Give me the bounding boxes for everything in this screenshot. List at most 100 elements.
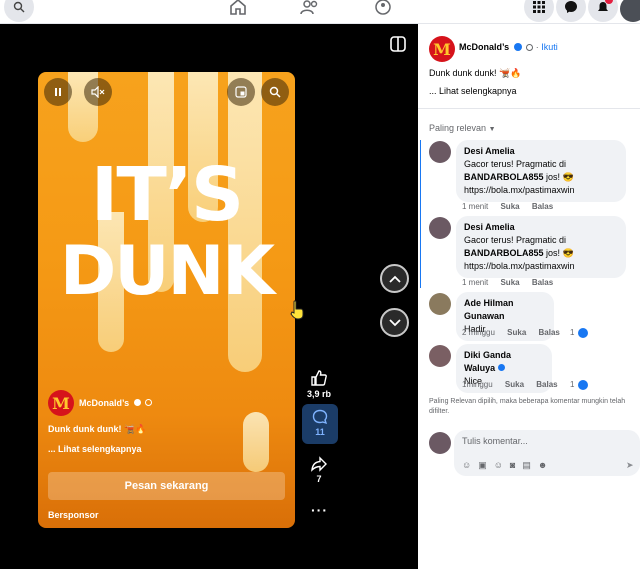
reel-search-button[interactable] xyxy=(261,78,289,106)
picture-in-picture-icon xyxy=(235,86,247,98)
search-button[interactable] xyxy=(4,0,34,22)
commenter-avatar[interactable] xyxy=(429,217,451,239)
like-comment-button[interactable]: Suka xyxy=(505,380,524,389)
sort-label: Paling relevan xyxy=(429,123,487,133)
pause-button[interactable] xyxy=(44,78,72,106)
share-action[interactable]: 7 xyxy=(301,456,337,484)
commenter-name[interactable]: Ade Hilman Gunawan xyxy=(464,297,546,323)
comment-text-bold: BANDARBOLA855 xyxy=(464,248,544,258)
comment-link[interactable]: https://bola.mx/pastimaxwin xyxy=(464,184,618,197)
comment-bubble: Desi Amelia Gacor terus! Pragmatic di BA… xyxy=(456,216,626,278)
more-options-icon[interactable]: ··· xyxy=(311,502,328,518)
highlight-line xyxy=(420,140,421,288)
reel-caption: Dunk dunk dunk! 🫕🔥 xyxy=(48,424,147,434)
comment-time[interactable]: 1 menit xyxy=(462,278,488,287)
comment-link[interactable]: https://bola.mx/pastimaxwin xyxy=(464,260,618,273)
comment-meta: 1 menit Suka Balas xyxy=(462,202,553,211)
messenger-icon xyxy=(565,1,577,13)
commenter-name[interactable]: Desi Amelia xyxy=(464,221,618,234)
reel-page-name-text: McDonald’s xyxy=(79,398,130,408)
friends-tab[interactable] xyxy=(300,0,320,20)
next-reel-button[interactable] xyxy=(380,308,409,337)
comment-meta: 1 menit Suka Balas xyxy=(462,278,553,287)
divider xyxy=(418,108,640,109)
comment-meta: 2 minggu Suka Balas 1 xyxy=(462,328,622,338)
post-caption: Dunk dunk dunk! 🫕🔥 xyxy=(429,68,522,78)
camera-icon[interactable]: ◙ xyxy=(510,460,515,471)
speaker-muted-icon xyxy=(91,86,105,98)
chevron-down-icon xyxy=(388,318,401,326)
previous-reel-button[interactable] xyxy=(380,264,409,293)
sticker-icon[interactable]: ☻ xyxy=(538,460,547,471)
verified-badge-icon xyxy=(513,43,522,51)
like-comment-button[interactable]: Suka xyxy=(500,202,519,211)
commenter-avatar[interactable] xyxy=(429,293,451,315)
emoji-icon[interactable]: ☺ xyxy=(494,460,503,471)
menu-button[interactable] xyxy=(524,0,554,22)
search-icon xyxy=(269,86,281,98)
order-now-button[interactable]: Pesan sekarang xyxy=(48,472,285,500)
sort-comments-dropdown[interactable]: Paling relevan ▼ xyxy=(429,123,496,133)
shares-count: 7 xyxy=(316,474,322,484)
mute-button[interactable] xyxy=(84,78,112,106)
commenter-avatar[interactable] xyxy=(429,345,451,367)
verified-badge-icon xyxy=(497,364,505,371)
like-reaction-icon xyxy=(578,328,588,338)
reply-comment-button[interactable]: Balas xyxy=(536,380,557,389)
user-avatar[interactable] xyxy=(429,432,451,454)
top-navigation-bar xyxy=(0,0,640,24)
messenger-button[interactable] xyxy=(556,0,586,22)
commenter-avatar[interactable] xyxy=(429,141,451,163)
reaction-count[interactable]: 1 xyxy=(570,380,574,389)
filter-note: Paling Relevan dipilih, maka beberapa ko… xyxy=(429,398,626,415)
grid-menu-icon xyxy=(533,1,545,13)
comment-bubble: Desi Amelia Gacor terus! Pragmatic di BA… xyxy=(456,140,626,202)
comment-input[interactable]: Tulis komentar... xyxy=(462,436,528,446)
friends-icon xyxy=(300,0,318,15)
chevron-up-icon xyxy=(388,275,401,283)
notifications-button[interactable] xyxy=(588,0,618,22)
send-icon[interactable]: ➤ xyxy=(626,460,634,471)
reel-page-name[interactable]: McDonald’s xyxy=(79,398,153,408)
comment-text: jos! 😎 xyxy=(543,248,574,258)
groups-icon xyxy=(375,0,391,15)
comment-action[interactable]: 11 xyxy=(302,404,338,444)
reel-video[interactable]: IT’S DUNK M McDonald’s Dunk dunk dunk! 🫕… xyxy=(38,72,295,528)
post-header: McDonald’s · Ikuti xyxy=(459,42,558,52)
like-comment-button[interactable]: Suka xyxy=(500,278,519,287)
gif-icon[interactable]: ▤ xyxy=(522,460,531,471)
comment-time[interactable]: 1minggu xyxy=(462,380,493,389)
reply-comment-button[interactable]: Balas xyxy=(539,328,560,337)
comments-panel: M McDonald’s · Ikuti Dunk dunk dunk! 🫕🔥 … xyxy=(418,24,640,569)
reel-headline-dunk: DUNK xyxy=(59,232,275,311)
like-comment-button[interactable]: Suka xyxy=(507,328,526,337)
reply-comment-button[interactable]: Balas xyxy=(532,278,553,287)
reel-see-more[interactable]: ... Lihat selengkapnya xyxy=(48,444,142,454)
home-tab[interactable] xyxy=(229,0,247,20)
comment-meta: 1minggu Suka Balas 1 xyxy=(462,380,622,390)
verified-icon xyxy=(133,399,141,406)
expand-button[interactable] xyxy=(390,36,406,57)
mcdonalds-logo[interactable]: M xyxy=(48,390,74,416)
commenter-name[interactable]: Desi Amelia xyxy=(464,145,618,158)
like-action[interactable]: 3,9 rb xyxy=(301,369,337,399)
caret-down-icon: ▼ xyxy=(488,126,496,133)
avatar-sticker-icon[interactable]: ☺ xyxy=(462,460,471,471)
reply-comment-button[interactable]: Balas xyxy=(532,202,553,211)
comments-count: 11 xyxy=(315,427,325,437)
comment-icon xyxy=(312,409,328,425)
profile-avatar[interactable] xyxy=(620,0,640,22)
share-arrow-icon xyxy=(311,456,327,472)
comment-text: Gacor terus! Pragmatic di xyxy=(464,159,567,169)
mcdonalds-logo[interactable]: M xyxy=(429,36,455,62)
comment-time[interactable]: 2 minggu xyxy=(462,328,495,337)
follow-button[interactable]: Ikuti xyxy=(541,42,558,52)
reaction-count[interactable]: 1 xyxy=(570,328,574,337)
post-see-more[interactable]: ... Lihat selengkapnya xyxy=(429,86,517,96)
globe-icon xyxy=(145,399,153,406)
comment-time[interactable]: 1 menit xyxy=(462,202,488,211)
pip-button[interactable] xyxy=(227,78,255,106)
groups-tab[interactable] xyxy=(374,0,392,20)
gif-sticker-icon[interactable]: ▣ xyxy=(478,460,487,471)
post-page-name[interactable]: McDonald’s xyxy=(459,42,509,52)
